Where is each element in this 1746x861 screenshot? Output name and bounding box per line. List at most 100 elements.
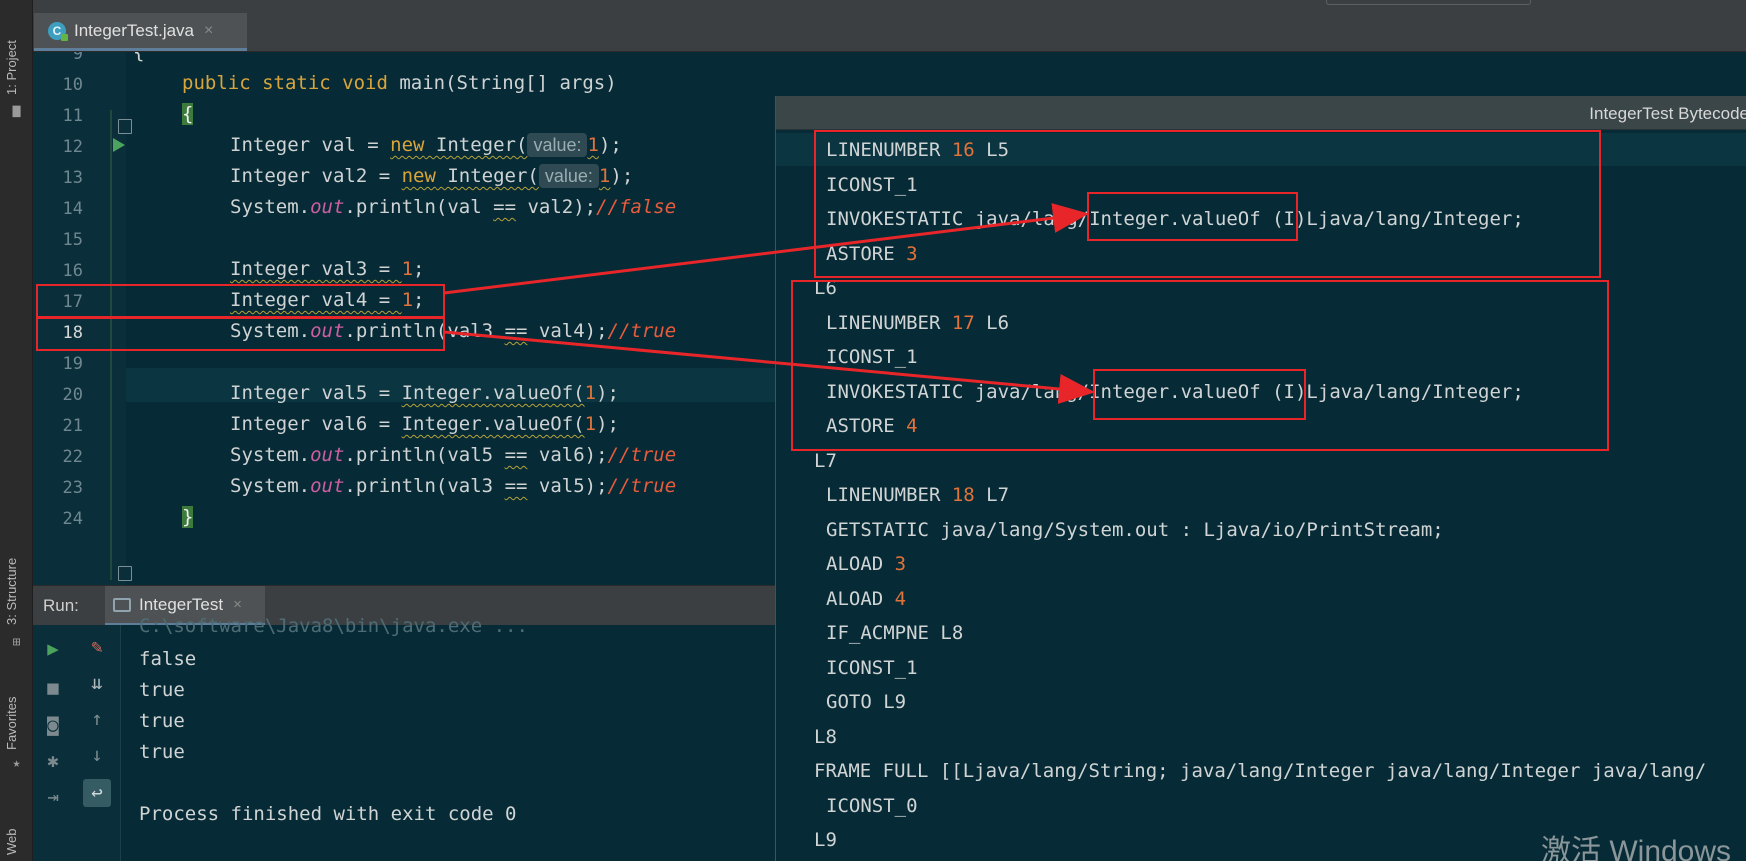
- bytecode-line: INVOKESTATIC java/lang/Integer.valueOf (…: [826, 380, 1524, 403]
- soft-wrap-icon[interactable]: ↩: [83, 779, 111, 807]
- line-number-gutter: 9 10 11 12 13 14 15 16 17 18 19 20 21 22…: [33, 52, 126, 585]
- web-tool-tab[interactable]: Web: [4, 829, 19, 856]
- bytecode-line: ASTORE 3: [826, 242, 918, 265]
- console-line: true: [139, 710, 185, 732]
- code-line-13: Integer val2 = new Integer(value: 1);: [230, 164, 634, 188]
- line-number-current: 18: [62, 323, 83, 343]
- bytecode-line: ALOAD 3: [826, 553, 907, 575]
- line-number: 15: [62, 230, 83, 250]
- bytecode-line: ICONST_1: [826, 656, 918, 679]
- run-label: Run:: [43, 596, 79, 615]
- line-number: 9: [72, 52, 83, 64]
- bytecode-line: L9: [814, 829, 837, 851]
- star-icon: ★: [12, 756, 21, 771]
- sort-icon[interactable]: ⇊: [83, 669, 111, 697]
- code-line-10: public static void main(String[] args): [182, 72, 617, 94]
- line-number: 11: [62, 106, 83, 126]
- code-line-23: System.out.println(val3 == val5);//true: [230, 475, 677, 497]
- parameter-hint: value:: [527, 133, 588, 157]
- close-icon[interactable]: ×: [204, 22, 213, 40]
- console-output[interactable]: C:\software\Java8\bin\java.exe ... false…: [121, 615, 775, 861]
- bytecode-viewer-header: IntegerTest Bytecode: [776, 96, 1746, 130]
- editor-tab-bar: C IntegerTest.java ×: [33, 11, 1746, 52]
- window-toolbar: [33, 0, 1746, 11]
- console-line: true: [139, 679, 185, 701]
- bytecode-line: L7: [814, 449, 837, 472]
- bytecode-line: L6: [814, 277, 837, 299]
- line-number: 16: [62, 261, 83, 281]
- line-number: 12: [62, 137, 83, 157]
- line-number: 21: [62, 416, 83, 436]
- bytecode-viewer-panel[interactable]: IntegerTest Bytecode LINENUMBER 16 L5 ICO…: [775, 96, 1746, 861]
- line-number: 13: [62, 168, 83, 188]
- clear-all-icon[interactable]: ✎: [83, 633, 111, 661]
- line-number: 24: [62, 509, 83, 529]
- line-number: 10: [62, 75, 83, 95]
- camera-icon[interactable]: ◙: [39, 711, 67, 739]
- code-line-18: System.out.println(val3 == val4);//true: [230, 320, 677, 342]
- bytecode-line: ICONST_1: [826, 173, 918, 196]
- code-line-20: Integer val5 = Integer.valueOf(1);: [230, 382, 619, 404]
- code-line-21: Integer val6 = Integer.valueOf(1);: [230, 413, 619, 435]
- bytecode-viewer-title: IntegerTest Bytecode: [1589, 104, 1746, 123]
- rerun-icon[interactable]: ▶: [39, 635, 67, 663]
- bytecode-line: ICONST_0: [826, 794, 918, 817]
- code-line-14: System.out.println(val == val2);//false: [230, 196, 677, 218]
- line-number: 20: [62, 385, 83, 405]
- line-number: 19: [62, 354, 83, 374]
- console-command-line: C:\software\Java8\bin\java.exe ...: [139, 615, 528, 637]
- code-line-17: Integer val4 = 1;: [230, 289, 425, 311]
- console-icon: [113, 598, 131, 612]
- favorites-tool-tab[interactable]: Favorites: [4, 697, 19, 750]
- toolbar-field[interactable]: [1326, 0, 1531, 5]
- stop-icon[interactable]: ■: [39, 674, 67, 702]
- bytecode-line: ALOAD 4: [826, 587, 907, 610]
- structure-icon: ⊞: [12, 635, 21, 650]
- line-number: 14: [62, 199, 83, 219]
- activation-watermark: 激活 Windows: [1541, 835, 1732, 861]
- down-arrow-icon[interactable]: ↓: [83, 741, 111, 769]
- editor-tab-integertest[interactable]: C IntegerTest.java ×: [34, 13, 247, 51]
- code-line-16: Integer val3 = 1;: [230, 258, 425, 280]
- up-arrow-icon[interactable]: ↑: [83, 705, 111, 733]
- code-line-12: Integer val = new Integer(value: 1);: [230, 133, 622, 157]
- bytecode-line: IF_ACMPNE L8: [826, 622, 964, 644]
- close-icon[interactable]: ×: [233, 596, 242, 613]
- debug-bug-icon[interactable]: ✱: [39, 747, 67, 775]
- code-line-11: {: [182, 103, 194, 125]
- line-number: 17: [62, 292, 83, 312]
- code-line-24: }: [182, 506, 194, 528]
- fold-marker-icon[interactable]: [118, 119, 132, 134]
- bytecode-line: ASTORE 4: [826, 415, 918, 437]
- tool-window-strip: ▆ 1: Project ⊞ 3: Structure ★ Favorites …: [0, 0, 33, 861]
- run-toolbar: ▶ ■ ◙ ✱ ⇥ ✎ ⇊ ↑ ↓ ↩: [33, 625, 121, 861]
- bytecode-line: ICONST_1: [826, 346, 918, 368]
- code-line-9: {: [133, 52, 145, 63]
- java-class-icon: C: [48, 21, 68, 41]
- line-number: 23: [62, 478, 83, 498]
- bytecode-line: INVOKESTATIC java/lang/Integer.valueOf (…: [826, 208, 1524, 230]
- console-line: false: [139, 648, 197, 670]
- bytecode-line: L8: [814, 725, 837, 748]
- console-line: true: [139, 741, 185, 763]
- fold-marker-icon[interactable]: [118, 566, 132, 581]
- bytecode-line: LINENUMBER 18 L7: [826, 484, 1010, 506]
- change-marker: [110, 110, 112, 580]
- code-editor[interactable]: 9 10 11 12 13 14 15 16 17 18 19 20 21 22…: [33, 52, 775, 585]
- bytecode-line: LINENUMBER 16 L5: [826, 139, 1010, 161]
- line-number: 22: [62, 447, 83, 467]
- console-exit-message: Process finished with exit code 0: [139, 803, 517, 825]
- bytecode-line: GOTO L9: [826, 691, 907, 713]
- bytecode-line: FRAME FULL [[Ljava/lang/String; java/lan…: [814, 760, 1707, 782]
- structure-tool-tab[interactable]: 3: Structure: [4, 558, 19, 625]
- run-gutter-icon[interactable]: [113, 138, 125, 152]
- bytecode-line: LINENUMBER 17 L6: [826, 311, 1010, 334]
- editor-tab-label: IntegerTest.java: [74, 20, 195, 40]
- parameter-hint: value:: [538, 164, 599, 188]
- run-tab-label: IntegerTest: [139, 594, 224, 614]
- bytecode-line: GETSTATIC java/lang/System.out : Ljava/i…: [826, 518, 1444, 541]
- exit-icon[interactable]: ⇥: [39, 783, 67, 811]
- folder-icon: ▆: [12, 103, 21, 118]
- project-tool-tab[interactable]: 1: Project: [4, 40, 19, 95]
- code-line-22: System.out.println(val5 == val6);//true: [230, 444, 677, 466]
